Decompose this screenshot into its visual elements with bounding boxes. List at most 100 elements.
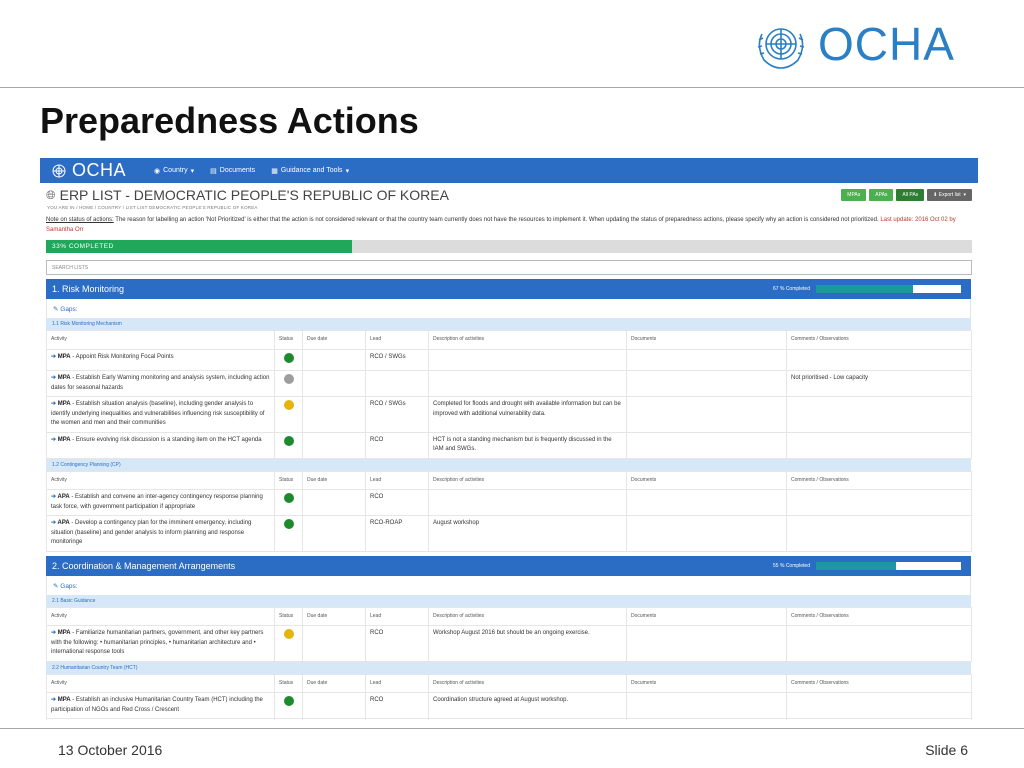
ocha-logo-text: OCHA	[818, 18, 955, 70]
activity-cell[interactable]: ➔ MPA - Familiarize humanitarian partner…	[46, 625, 275, 662]
gaps-label: Gaps:	[60, 582, 78, 590]
activity-cell[interactable]: ➔ MPA - Ensure evolving risk discussion …	[46, 431, 275, 459]
status-cell[interactable]	[274, 396, 303, 433]
comments-cell	[786, 692, 972, 719]
status-grey-icon[interactable]	[284, 374, 294, 384]
due-date-cell[interactable]	[302, 396, 366, 433]
export-list-button[interactable]: ⬇ Export list ▾	[927, 189, 972, 201]
due-date-cell[interactable]	[302, 370, 366, 397]
page-header: 🌐︎ ERP LIST - DEMOCRATIC PEOPLE'S REPUBL…	[40, 183, 978, 207]
documents-cell[interactable]	[626, 396, 787, 433]
section-header[interactable]: 1. Risk Monitoring 67 % Completed	[46, 279, 971, 299]
un-emblem-icon	[757, 28, 805, 69]
book-icon: ▦	[271, 167, 278, 175]
table-row[interactable]: ➔ MPA - Establish an inclusive Humanitar…	[46, 692, 972, 719]
column-header-status: Status	[274, 330, 303, 350]
section-title: 1. Risk Monitoring	[52, 284, 125, 294]
activity-cell[interactable]: ➔ MPA - Establish Early Warning monitori…	[46, 370, 275, 397]
documents-cell[interactable]	[626, 348, 787, 371]
due-date-cell[interactable]	[302, 718, 366, 720]
due-date-cell[interactable]	[302, 515, 366, 552]
documents-cell[interactable]	[626, 431, 787, 459]
lead-cell: RCO	[365, 489, 429, 516]
due-date-cell[interactable]	[302, 692, 366, 719]
section-header[interactable]: 2. Coordination & Management Arrangement…	[46, 555, 971, 576]
column-header-status: Status	[274, 606, 303, 626]
documents-cell[interactable]	[626, 515, 787, 552]
status-cell[interactable]	[274, 692, 303, 719]
documents-cell[interactable]	[626, 625, 787, 662]
status-yellow-icon[interactable]	[284, 400, 294, 410]
column-header-docs: Documents	[626, 673, 787, 693]
lead-cell: RCO / SWGs	[365, 348, 429, 371]
action-type: MPA	[57, 401, 71, 407]
activity-cell[interactable]: ➔ APA - Check whether the Minimum Prepar…	[46, 718, 275, 720]
download-icon: ⬇	[933, 192, 938, 198]
activity-cell[interactable]: ➔ APA - Develop a contingency plan for t…	[46, 515, 275, 552]
status-green-icon[interactable]	[284, 435, 294, 446]
table-row[interactable]: ➔ APA - Establish and convene an inter-a…	[46, 489, 972, 516]
app-logo-text: OCHA	[72, 160, 127, 180]
table-row[interactable]: ➔ APA - Develop a contingency plan for t…	[46, 515, 972, 552]
column-header-desc: Description of activities	[428, 673, 627, 693]
due-date-cell[interactable]	[302, 348, 366, 371]
table-row[interactable]: ➔ MPA - Familiarize humanitarian partner…	[46, 625, 972, 662]
activity-cell[interactable]: ➔ APA - Establish and convene an inter-a…	[46, 489, 275, 516]
description-cell: August workshop	[428, 515, 627, 552]
apas-button[interactable]: APAs	[869, 189, 894, 201]
gaps-label: Gaps:	[60, 306, 78, 313]
table-row[interactable]: ➔ MPA - Establish situation analysis (ba…	[46, 396, 972, 433]
column-header-due: Due date	[302, 470, 366, 490]
action-type: MPA	[57, 353, 71, 360]
status-green-icon[interactable]	[284, 519, 294, 529]
gaps-link[interactable]: ✎ Gaps:	[46, 299, 971, 318]
all-pas-button[interactable]: All PAs	[896, 189, 925, 201]
status-cell[interactable]	[274, 348, 303, 371]
nav-guidance-dropdown[interactable]: ▦ Guidance and Tools ▾	[271, 167, 349, 175]
status-green-icon[interactable]	[284, 493, 294, 503]
due-date-cell[interactable]	[302, 489, 366, 516]
section-progress-label: 55 % Completed	[773, 562, 810, 569]
table-row[interactable]: ➔ MPA - Establish Early Warning monitori…	[46, 370, 972, 397]
status-cell[interactable]	[274, 515, 303, 552]
table-header-row: Activity Status Due date Lead Description of…	[46, 673, 972, 693]
status-yellow-icon[interactable]	[284, 629, 294, 639]
caret-down-icon: ▾	[962, 192, 966, 198]
activity-text: - Establish an inclusive Humanitarian Co…	[51, 697, 263, 713]
activity-cell[interactable]: ➔ MPA - Establish an inclusive Humanitar…	[46, 692, 275, 719]
table-row[interactable]: ➔ MPA - Appoint Risk Monitoring Focal Po…	[46, 348, 972, 371]
status-note-label: Note on status of actions:	[46, 217, 114, 223]
gaps-link[interactable]: ✎ Gaps:	[46, 575, 971, 595]
page-title-text: ERP LIST - DEMOCRATIC PEOPLE'S REPUBLIC …	[59, 187, 449, 203]
globe-icon: ◉	[154, 167, 161, 175]
status-cell[interactable]	[274, 431, 303, 459]
due-date-cell[interactable]	[302, 431, 366, 459]
column-header-docs: Documents	[626, 330, 787, 350]
column-header-desc: Description of activities	[428, 606, 627, 626]
column-header-lead: Lead	[365, 470, 429, 490]
app-logo[interactable]: OCHA	[50, 160, 126, 181]
status-cell[interactable]	[274, 718, 303, 720]
status-cell[interactable]	[274, 625, 303, 662]
table-header-row: Activity Status Due date Lead Description of…	[46, 330, 972, 350]
status-green-icon[interactable]	[284, 352, 294, 363]
documents-cell[interactable]	[626, 692, 787, 719]
slide: OCHA Preparedness Actions OCHA ◉ Country…	[0, 0, 1024, 768]
table-row[interactable]: ➔ MPA - Ensure evolving risk discussion …	[46, 431, 972, 459]
activity-cell[interactable]: ➔ MPA - Establish situation analysis (ba…	[46, 396, 275, 433]
status-green-icon[interactable]	[284, 696, 294, 706]
mpas-button[interactable]: MPAs	[841, 189, 867, 201]
documents-cell[interactable]	[626, 370, 787, 397]
documents-cell[interactable]	[626, 489, 787, 516]
section-title: 2. Coordination & Management Arrangement…	[52, 560, 236, 571]
due-date-cell[interactable]	[302, 625, 366, 662]
status-cell[interactable]	[274, 489, 303, 516]
globe-icon: 🌐︎	[46, 187, 56, 202]
search-input[interactable]: SEARCH LISTS	[46, 260, 972, 275]
status-cell[interactable]	[274, 370, 303, 397]
activity-cell[interactable]: ➔ MPA - Appoint Risk Monitoring Focal Po…	[46, 348, 275, 371]
table-row[interactable]: ➔ APA - Check whether the Minimum Prepar…	[46, 718, 972, 720]
nav-country-dropdown[interactable]: ◉ Country ▾	[154, 167, 194, 175]
nav-documents[interactable]: ▤ Documents	[210, 167, 255, 175]
documents-cell[interactable]	[626, 718, 787, 720]
